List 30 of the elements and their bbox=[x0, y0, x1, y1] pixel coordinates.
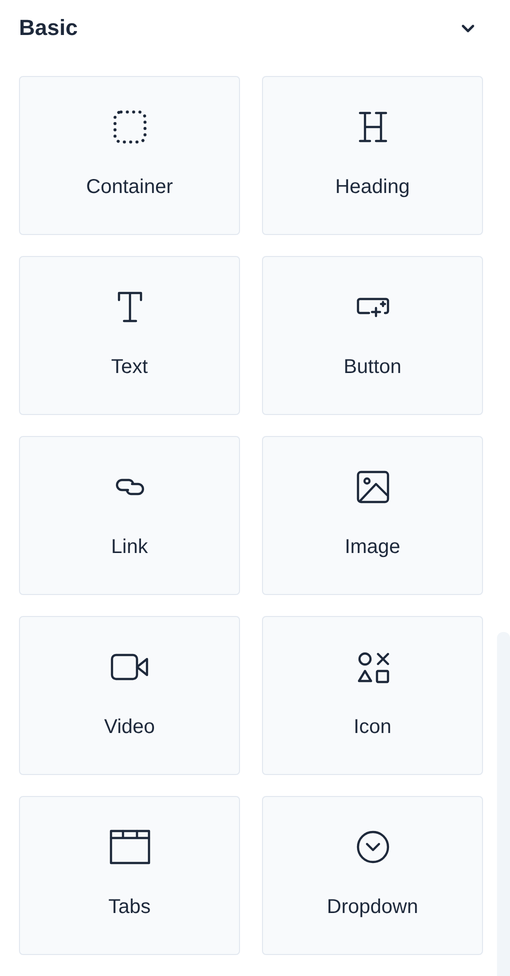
widget-card[interactable]: Tabs bbox=[19, 796, 240, 955]
widget-label: Video bbox=[103, 716, 156, 739]
text-icon bbox=[116, 290, 144, 324]
widget-card[interactable]: Link bbox=[19, 436, 240, 595]
widget-card[interactable]: Image bbox=[262, 436, 483, 595]
widget-label: Link bbox=[110, 536, 149, 559]
widget-label: Dropdown bbox=[326, 896, 420, 919]
widget-card[interactable]: Text bbox=[19, 256, 240, 415]
widget-label: Text bbox=[110, 356, 149, 379]
widget-card[interactable]: Button bbox=[262, 256, 483, 415]
heading-icon bbox=[358, 110, 388, 144]
widget-label: Button bbox=[342, 356, 402, 379]
widget-label: Container bbox=[85, 176, 174, 199]
button-icon bbox=[354, 296, 390, 318]
widget-card[interactable]: Icon bbox=[262, 616, 483, 775]
window-icon bbox=[108, 829, 150, 865]
chevron-icon[interactable] bbox=[461, 24, 475, 32]
widget-label: Heading bbox=[334, 176, 411, 199]
widget-label: Image bbox=[344, 536, 402, 559]
widget-card[interactable]: Video bbox=[19, 616, 240, 775]
widget-card[interactable]: Heading bbox=[262, 76, 483, 235]
widget-card[interactable]: Container bbox=[19, 76, 240, 235]
widget-card[interactable]: Dropdown bbox=[262, 796, 483, 955]
video-camera-icon bbox=[110, 653, 150, 681]
chevron-circle-icon bbox=[354, 829, 390, 865]
widget-label: Icon bbox=[352, 716, 392, 739]
square-icon bbox=[112, 109, 148, 145]
widget-label: Tabs bbox=[107, 896, 152, 919]
section-title: Basic bbox=[19, 15, 78, 41]
image-icon bbox=[354, 469, 390, 505]
